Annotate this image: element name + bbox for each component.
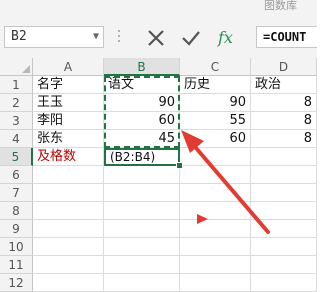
fill-handle[interactable] xyxy=(176,162,183,169)
empty-cell[interactable] xyxy=(33,220,104,238)
empty-cell[interactable] xyxy=(104,184,180,202)
cell-b2[interactable]: 90 xyxy=(104,94,180,112)
cancel-icon[interactable] xyxy=(145,27,167,49)
empty-cell[interactable] xyxy=(180,274,251,292)
empty-cell[interactable] xyxy=(180,166,251,184)
empty-cell[interactable] xyxy=(251,256,317,274)
empty-cell[interactable] xyxy=(180,202,251,220)
empty-cell[interactable] xyxy=(251,220,317,238)
row-header-6[interactable]: 6 xyxy=(0,166,33,184)
empty-cell[interactable] xyxy=(33,166,104,184)
drag-handle-icon[interactable] xyxy=(118,30,121,46)
row-header-4[interactable]: 4 xyxy=(0,130,33,148)
formula-bar: B2 ▼ fx =COUNT xyxy=(0,18,317,59)
empty-cell[interactable] xyxy=(104,202,180,220)
column-header-d[interactable]: D xyxy=(251,58,317,76)
spreadsheet-grid: A B C D 1 2 3 4 5 6 7 8 9 10 11 12 名字 语文… xyxy=(0,58,317,292)
cell-b3[interactable]: 60 xyxy=(104,112,180,130)
empty-cell[interactable] xyxy=(251,184,317,202)
cell-a3[interactable]: 李阳 xyxy=(33,112,104,130)
row-header-9[interactable]: 9 xyxy=(0,220,33,238)
empty-cell[interactable] xyxy=(180,238,251,256)
formula-input[interactable]: =COUNT xyxy=(256,26,317,48)
row-header-11[interactable]: 11 xyxy=(0,256,33,274)
cell-c4[interactable]: 60 xyxy=(180,130,251,148)
empty-cell[interactable] xyxy=(251,274,317,292)
cell-a4[interactable]: 张东 xyxy=(33,130,104,148)
cell-d4[interactable]: 8 xyxy=(251,130,317,148)
empty-cell[interactable] xyxy=(104,256,180,274)
cell-d1[interactable]: 政治 xyxy=(251,76,317,94)
cell-a5[interactable]: 及格数 xyxy=(33,148,104,166)
column-header-c[interactable]: C xyxy=(180,58,251,76)
check-icon[interactable] xyxy=(180,27,202,49)
cell-c3[interactable]: 55 xyxy=(180,112,251,130)
cell-c1[interactable]: 历史 xyxy=(180,76,251,94)
ribbon-strip: 图数库 xyxy=(0,0,317,18)
row-header-12[interactable]: 12 xyxy=(0,274,33,292)
name-box[interactable]: B2 ▼ xyxy=(4,26,104,48)
cell-b1[interactable]: 语文 xyxy=(104,76,180,94)
insert-function-label: fx xyxy=(217,28,233,47)
empty-cell[interactable] xyxy=(33,238,104,256)
column-header-b[interactable]: B xyxy=(104,58,180,76)
row-header-7[interactable]: 7 xyxy=(0,184,33,202)
cell-a1[interactable]: 名字 xyxy=(33,76,104,94)
empty-cell[interactable] xyxy=(104,238,180,256)
empty-cell[interactable] xyxy=(251,166,317,184)
watermark: 图数库 xyxy=(264,0,297,12)
empty-cell[interactable] xyxy=(104,274,180,292)
cell-c2[interactable]: 90 xyxy=(180,94,251,112)
empty-cell[interactable] xyxy=(251,238,317,256)
empty-cell[interactable] xyxy=(251,202,317,220)
empty-cell[interactable] xyxy=(33,274,104,292)
row-header-5[interactable]: 5 xyxy=(0,148,33,166)
cell-b4[interactable]: 45 xyxy=(104,130,180,148)
cell-a2[interactable]: 王玉 xyxy=(33,94,104,112)
cell-d2[interactable]: 8 xyxy=(251,94,317,112)
row-header-8[interactable]: 8 xyxy=(0,202,33,220)
row-header-2[interactable]: 2 xyxy=(0,94,33,112)
cell-c5[interactable] xyxy=(180,148,251,166)
empty-cell[interactable] xyxy=(180,184,251,202)
empty-cell[interactable] xyxy=(104,166,180,184)
cell-b5-editing[interactable]: (B2:B4) xyxy=(104,148,180,166)
cell-d5[interactable] xyxy=(251,148,317,166)
empty-cell[interactable] xyxy=(180,220,251,238)
select-all-button[interactable] xyxy=(0,58,33,76)
empty-cell[interactable] xyxy=(180,256,251,274)
name-box-value: B2 xyxy=(11,29,27,44)
row-header-10[interactable]: 10 xyxy=(0,238,33,256)
empty-cell[interactable] xyxy=(104,220,180,238)
empty-cell[interactable] xyxy=(33,256,104,274)
insert-function-icon[interactable]: fx xyxy=(216,27,238,49)
empty-cell[interactable] xyxy=(33,184,104,202)
row-header-1[interactable]: 1 xyxy=(0,76,33,94)
row-header-3[interactable]: 3 xyxy=(0,112,33,130)
cell-d3[interactable]: 8 xyxy=(251,112,317,130)
column-header-a[interactable]: A xyxy=(33,58,104,76)
empty-cell[interactable] xyxy=(33,202,104,220)
chevron-down-icon[interactable]: ▼ xyxy=(93,27,99,47)
